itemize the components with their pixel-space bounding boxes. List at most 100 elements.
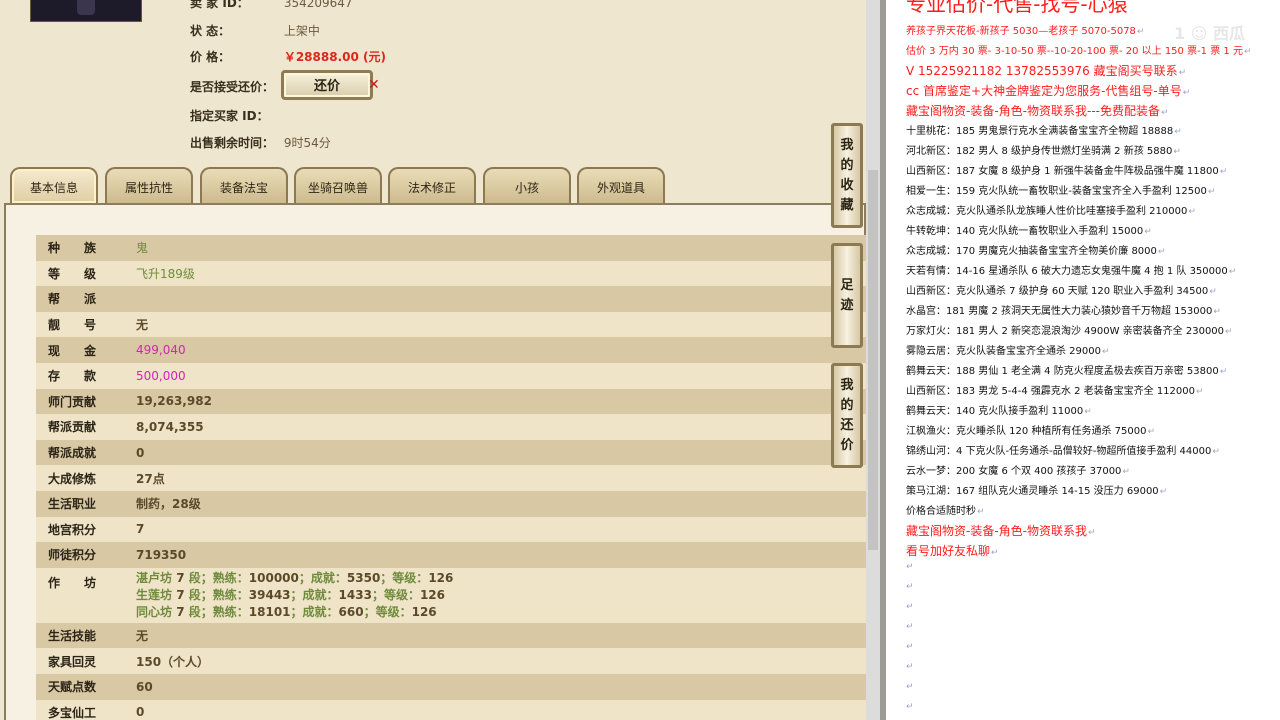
my-offers-button[interactable]: 我的还价 bbox=[831, 363, 863, 468]
paragraph-mark-icon: ↵ bbox=[906, 682, 914, 692]
document-line: 估价 3 万内 30 票- 3-10-50 票--10-20-100 票- 20… bbox=[906, 46, 1252, 57]
treasure-craft-label: 多宝仙工 bbox=[48, 705, 97, 720]
guild-label-1: 帮 bbox=[48, 292, 61, 307]
document-line: 天若有情：14-16 星通杀队 6 破大力遗忘女鬼强牛魔 4 抱 1 队 350… bbox=[906, 266, 1237, 277]
paragraph-mark-icon: ↵ bbox=[1213, 307, 1221, 317]
table-row: 生活技能 无 bbox=[36, 622, 868, 649]
paragraph-mark-icon: ↵ bbox=[1136, 27, 1145, 37]
paragraph-mark-icon: ↵ bbox=[1088, 528, 1096, 538]
document-line: 万家灯火：181 男人 2 新突恋混浪淘沙 4900W 亲密装备齐全 23000… bbox=[906, 326, 1233, 337]
workshop-line: 湛卢坊 7 段；熟练：100000；成就：5350；等级：126 bbox=[136, 570, 454, 585]
workshop-label-1: 作 bbox=[48, 575, 61, 590]
paragraph-mark-icon: ↵ bbox=[1196, 387, 1204, 397]
dungeon-points-label: 地宫积分 bbox=[48, 522, 97, 537]
tab-spell-correction[interactable]: 法术修正 bbox=[388, 167, 476, 203]
remaining-time-value: 9时54分 bbox=[283, 136, 331, 150]
table-row: 现 金 499,040 bbox=[36, 337, 868, 363]
footprint-button[interactable]: 足迹 bbox=[831, 243, 863, 348]
accept-offer-row: 是否接受还价： bbox=[190, 78, 280, 95]
tab-equipment-treasure[interactable]: 装备法宝 bbox=[200, 167, 288, 203]
life-skills-value: 无 bbox=[136, 629, 149, 644]
paragraph-mark-icon: ↵ bbox=[906, 662, 914, 672]
tab-appearance-items[interactable]: 外观道具 bbox=[577, 167, 665, 203]
talent-points-label: 天赋点数 bbox=[48, 680, 97, 695]
document-line: 相爱一生：159 克火队统一畜牧职业-装备宝宝齐全入手盈利 12500↵ bbox=[906, 186, 1216, 197]
seller-id-value: 354209647 bbox=[283, 0, 353, 10]
document-line: cc 首席鉴定+大神金牌鉴定为您服务-代售组号-单号↵ bbox=[906, 84, 1191, 98]
paragraph-mark-icon: ↵ bbox=[1212, 447, 1220, 457]
table-row: 大成修炼 27点 bbox=[36, 465, 868, 491]
trade-page: 卖 家 ID： 354209647 状 态： 上架中 价 格： ￥28888.0… bbox=[0, 0, 868, 720]
paragraph-mark-icon: ↵ bbox=[1102, 347, 1110, 357]
life-profession-label: 生活职业 bbox=[48, 497, 97, 512]
paragraph-mark-icon: ↵ bbox=[977, 507, 985, 517]
document-line: 众志成城：170 男魔克火抽装备宝宝齐全物美价廉 8000↵ bbox=[906, 246, 1166, 257]
accept-offer-label: 是否接受还价： bbox=[190, 80, 275, 94]
paragraph-mark-icon: ↵ bbox=[1173, 147, 1181, 157]
furniture-value: 150（个人） bbox=[136, 654, 210, 669]
seller-id-label: 卖 家 ID： bbox=[190, 0, 249, 10]
paragraph-mark-icon: ↵ bbox=[1182, 88, 1191, 98]
close-icon[interactable]: ✕ bbox=[368, 77, 380, 93]
guild-value bbox=[136, 286, 868, 312]
document-line: 看号加好友私聊↵ bbox=[906, 544, 999, 558]
seller-id-row: 卖 家 ID： 354209647 bbox=[190, 0, 353, 11]
paragraph-mark-icon: ↵ bbox=[1122, 467, 1130, 477]
document-line: 十里桃花：185 男鬼景行克水全满装备宝宝齐全物超 18888↵ bbox=[906, 126, 1182, 137]
status-row: 状 态： 上架中 bbox=[190, 22, 320, 39]
remaining-time-label: 出售剩余时间： bbox=[190, 136, 275, 150]
document-line: 锦绣山河：4 下克火队-任务通杀-品僧较好-物超所值接手盈利 44000↵ bbox=[906, 446, 1220, 457]
screen: 卖 家 ID： 354209647 状 态： 上架中 价 格： ￥28888.0… bbox=[0, 0, 1280, 720]
paragraph-mark-icon: ↵ bbox=[1209, 287, 1217, 297]
guild-achievement-label: 帮派成就 bbox=[48, 446, 97, 461]
attribute-table: 种族 鬼 等级 飞升189级 帮派 靓号 无 现 金 499,040 存 款 5… bbox=[36, 235, 868, 720]
dungeon-points-value: 7 bbox=[136, 522, 145, 537]
my-favorites-button[interactable]: 我的收藏 bbox=[831, 123, 863, 228]
workshop-value: 湛卢坊 7 段；熟练：100000；成就：5350；等级：126 生莲坊 7 段… bbox=[136, 568, 868, 623]
mentor-points-value: 719350 bbox=[136, 547, 187, 562]
counter-offer-button[interactable]: 还价 bbox=[281, 70, 373, 100]
paragraph-mark-icon: ↵ bbox=[1188, 207, 1196, 217]
paragraph-mark-icon: ↵ bbox=[1178, 68, 1187, 78]
level-label-1: 等 bbox=[48, 266, 61, 281]
paragraph-mark-icon: ↵ bbox=[1219, 367, 1228, 377]
cash-value: 499,040 bbox=[136, 343, 186, 358]
status-value: 上架中 bbox=[283, 24, 320, 38]
document-line: 山西新区：187 女魔 8 级护身 1 新强牛装备金牛阵极品强牛魔 11800↵ bbox=[906, 166, 1228, 177]
vanity-id-label-1: 靓 bbox=[48, 318, 61, 333]
tab-attributes-resistance[interactable]: 属性抗性 bbox=[105, 167, 193, 203]
tab-basic-info[interactable]: 基本信息 bbox=[10, 167, 98, 203]
guild-contribution-label: 帮派贡献 bbox=[48, 420, 97, 435]
document-line: 江枫渔火：克火睡杀队 120 种植所有任务通杀 75000↵ bbox=[906, 426, 1155, 437]
table-row: 生活职业 制药，28级 bbox=[36, 490, 868, 517]
document-line: 众志成城：克火队通杀队龙族睡人性价比哇塞接手盈利 210000↵ bbox=[906, 206, 1196, 217]
price-value: ￥28888.00 (元) bbox=[283, 50, 386, 64]
document-line: 山西新区：183 男龙 5-4-4 强霹克水 2 老装备宝宝齐全 112000↵ bbox=[906, 386, 1204, 397]
mentor-points-label: 师徒积分 bbox=[48, 548, 97, 563]
vanity-id-value: 无 bbox=[136, 318, 149, 333]
table-row: 天赋点数 60 bbox=[36, 673, 868, 700]
table-row: 师门贡献 19,263,982 bbox=[36, 388, 868, 415]
deposit-label-1: 存 bbox=[48, 369, 61, 384]
table-row: 地宫积分 7 bbox=[36, 516, 868, 543]
tab-mounts-summons[interactable]: 坐骑召唤兽 bbox=[294, 167, 382, 203]
scrollbar-thumb[interactable] bbox=[868, 170, 878, 550]
tab-children[interactable]: 小孩 bbox=[483, 167, 571, 203]
remaining-time-row: 出售剩余时间： 9时54分 bbox=[190, 134, 331, 151]
paragraph-mark-icon: ↵ bbox=[1228, 267, 1237, 277]
paragraph-mark-icon: ↵ bbox=[991, 548, 999, 558]
sect-contribution-label: 师门贡献 bbox=[48, 394, 97, 409]
table-row: 帮派贡献 8,074,355 bbox=[36, 414, 868, 440]
paragraph-mark-icon: ↵ bbox=[906, 702, 914, 712]
life-profession-value: 制药，28级 bbox=[136, 497, 201, 512]
deposit-label-2: 款 bbox=[83, 369, 96, 384]
deposit-value: 500,000 bbox=[136, 368, 186, 383]
paragraph-mark-icon: ↵ bbox=[1225, 327, 1233, 337]
furniture-label: 家具回灵 bbox=[48, 654, 97, 669]
guild-label-2: 派 bbox=[83, 292, 96, 307]
document-line: 雾隐云居：克火队装备宝宝齐全通杀 29000↵ bbox=[906, 346, 1110, 357]
character-thumbnail[interactable] bbox=[30, 0, 142, 22]
table-row: 作 坊 湛卢坊 7 段；熟练：100000；成就：5350；等级：126 生莲坊 … bbox=[36, 567, 868, 623]
paragraph-mark-icon: ↵ bbox=[1243, 47, 1252, 57]
workshop-line: 生莲坊 7 段；熟练：39443；成就：1433；等级：126 bbox=[136, 587, 446, 602]
